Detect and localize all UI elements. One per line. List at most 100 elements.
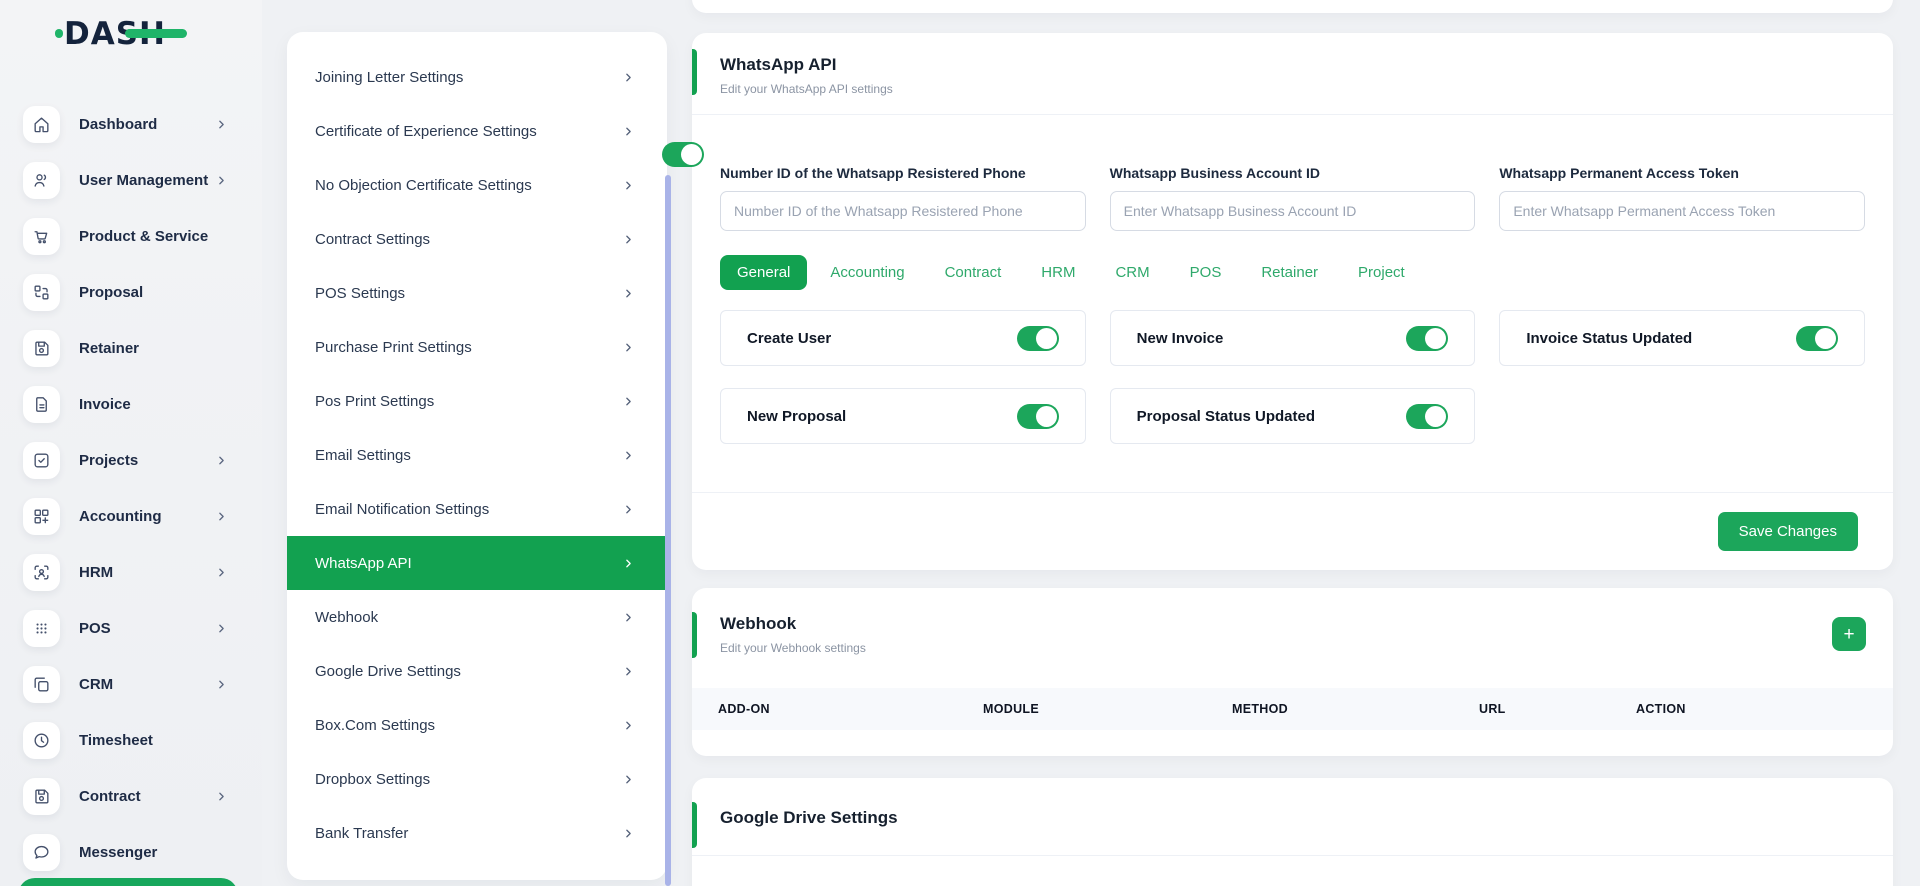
chevron-right-icon: [622, 719, 635, 732]
sidebar-item[interactable]: Retainer: [0, 320, 262, 376]
notification-toggle[interactable]: [1796, 326, 1838, 351]
settings-nav-item[interactable]: WhatsApp API: [287, 536, 667, 590]
tab[interactable]: POS: [1173, 255, 1239, 290]
sidebar-item[interactable]: POS: [0, 600, 262, 656]
field-label: Whatsapp Business Account ID: [1110, 165, 1476, 181]
settings-nav-item-label: Certificate of Experience Settings: [315, 123, 622, 140]
settings-nav-item[interactable]: Box.Com Settings: [287, 698, 667, 752]
settings-nav-item-label: Email Notification Settings: [315, 501, 622, 518]
webhook-card-header: Webhook Edit your Webhook settings: [692, 588, 1893, 655]
sidebar-item-label: Retainer: [79, 340, 215, 357]
sidebar-item[interactable]: Accounting: [0, 488, 262, 544]
chevron-right-icon: [215, 566, 228, 579]
chevron-right-icon: [622, 827, 635, 840]
file-icon: [23, 386, 60, 423]
settings-nav-item[interactable]: Webhook: [287, 590, 667, 644]
settings-nav-item[interactable]: Email Notification Settings: [287, 482, 667, 536]
sidebar-item-label: Product & Service: [79, 228, 215, 245]
notification-toggle-grid: Create User New Invoice Invoice Status U…: [720, 310, 1865, 444]
notification-toggle[interactable]: [1017, 326, 1059, 351]
tab[interactable]: Contract: [928, 255, 1019, 290]
chevron-right-icon: [215, 678, 228, 691]
tab[interactable]: Retainer: [1244, 255, 1335, 290]
chevron-right-icon: [622, 179, 635, 192]
tab[interactable]: General: [720, 255, 807, 290]
settings-nav-item-label: Box.Com Settings: [315, 717, 622, 734]
chevron-right-icon: [622, 233, 635, 246]
chevron-right-icon: [622, 71, 635, 84]
chevron-right-icon: [622, 341, 635, 354]
notification-toggle-label: New Invoice: [1137, 330, 1224, 347]
settings-nav-item[interactable]: Bank Transfer: [287, 806, 667, 860]
cart-icon: [23, 218, 60, 255]
settings-panel-scrollbar[interactable]: [665, 175, 671, 886]
settings-nav-item[interactable]: Certificate of Experience Settings: [287, 104, 667, 158]
whatsapp-enabled-toggle[interactable]: [662, 142, 704, 167]
sidebar-item[interactable]: Timesheet: [0, 712, 262, 768]
sidebar-item-label: CRM: [79, 676, 215, 693]
tab[interactable]: Accounting: [813, 255, 921, 290]
settings-nav-item[interactable]: Email Settings: [287, 428, 667, 482]
sidebar-item-label: User Management: [79, 172, 215, 189]
chevron-right-icon: [215, 174, 228, 187]
notification-toggle[interactable]: [1017, 404, 1059, 429]
field-input[interactable]: [720, 191, 1086, 231]
settings-nav-item[interactable]: No Objection Certificate Settings: [287, 158, 667, 212]
sidebar-item-label: Proposal: [79, 284, 215, 301]
copy-icon: [23, 666, 60, 703]
dots-grid-icon: [23, 610, 60, 647]
webhook-table-column-header: MODULE: [983, 702, 1232, 716]
chevron-right-icon: [622, 773, 635, 786]
sidebar-item[interactable]: Contract: [0, 768, 262, 824]
sidebar-item-label: Accounting: [79, 508, 215, 525]
sidebar-item[interactable]: Messenger: [0, 824, 262, 880]
field-input[interactable]: [1110, 191, 1476, 231]
notification-toggle[interactable]: [1406, 404, 1448, 429]
whatsapp-api-form: Number ID of the Whatsapp Resistered Pho…: [692, 145, 1893, 231]
whatsapp-card-header: WhatsApp API Edit your WhatsApp API sett…: [692, 33, 1893, 115]
sidebar-item[interactable]: Dashboard: [0, 96, 262, 152]
save-changes-button[interactable]: Save Changes: [1718, 512, 1858, 551]
notification-toggle-card: Proposal Status Updated: [1110, 388, 1476, 444]
chevron-right-icon: [215, 790, 228, 803]
settings-nav-item[interactable]: Joining Letter Settings: [287, 50, 667, 104]
notification-toggle-card: Create User: [720, 310, 1086, 366]
settings-nav-item-label: Dropbox Settings: [315, 771, 622, 788]
settings-nav-item[interactable]: Contract Settings: [287, 212, 667, 266]
settings-nav-item-label: Contract Settings: [315, 231, 622, 248]
card-accent-bar: [692, 802, 697, 848]
notification-toggle[interactable]: [1406, 326, 1448, 351]
sidebar-item-label: Dashboard: [79, 116, 215, 133]
settings-nav-item-label: POS Settings: [315, 285, 622, 302]
sidebar-item[interactable]: Proposal: [0, 264, 262, 320]
google-drive-card-title: Google Drive Settings: [720, 808, 1865, 828]
grid-plus-icon: [23, 498, 60, 535]
settings-nav-item[interactable]: Purchase Print Settings: [287, 320, 667, 374]
app-logo[interactable]: DASH: [64, 16, 166, 52]
sidebar-item[interactable]: HRM: [0, 544, 262, 600]
field-input[interactable]: [1499, 191, 1865, 231]
sidebar-item-label: Projects: [79, 452, 215, 469]
sidebar-item[interactable]: Invoice: [0, 376, 262, 432]
settings-nav-item[interactable]: Pos Print Settings: [287, 374, 667, 428]
add-webhook-button[interactable]: +: [1832, 617, 1866, 651]
tab[interactable]: Project: [1341, 255, 1422, 290]
webhook-card: Webhook Edit your Webhook settings + ADD…: [692, 588, 1893, 756]
tab[interactable]: CRM: [1098, 255, 1166, 290]
webhook-table-column-header: URL: [1479, 702, 1636, 716]
check-square-icon: [23, 442, 60, 479]
chevron-right-icon: [622, 395, 635, 408]
sidebar-item-label: Timesheet: [79, 732, 215, 749]
sidebar-item[interactable]: User Management: [0, 152, 262, 208]
sidebar-item[interactable]: Product & Service: [0, 208, 262, 264]
field-label: Number ID of the Whatsapp Resistered Pho…: [720, 165, 1086, 181]
sidebar-item[interactable]: Projects: [0, 432, 262, 488]
sidebar-item[interactable]: CRM: [0, 656, 262, 712]
sidebar-bottom-button[interactable]: [18, 878, 238, 886]
settings-nav-item[interactable]: Dropbox Settings: [287, 752, 667, 806]
form-field: Number ID of the Whatsapp Resistered Pho…: [720, 165, 1086, 231]
settings-nav-item[interactable]: POS Settings: [287, 266, 667, 320]
settings-nav-item[interactable]: Google Drive Settings: [287, 644, 667, 698]
tab[interactable]: HRM: [1024, 255, 1092, 290]
user-scan-icon: [23, 554, 60, 591]
